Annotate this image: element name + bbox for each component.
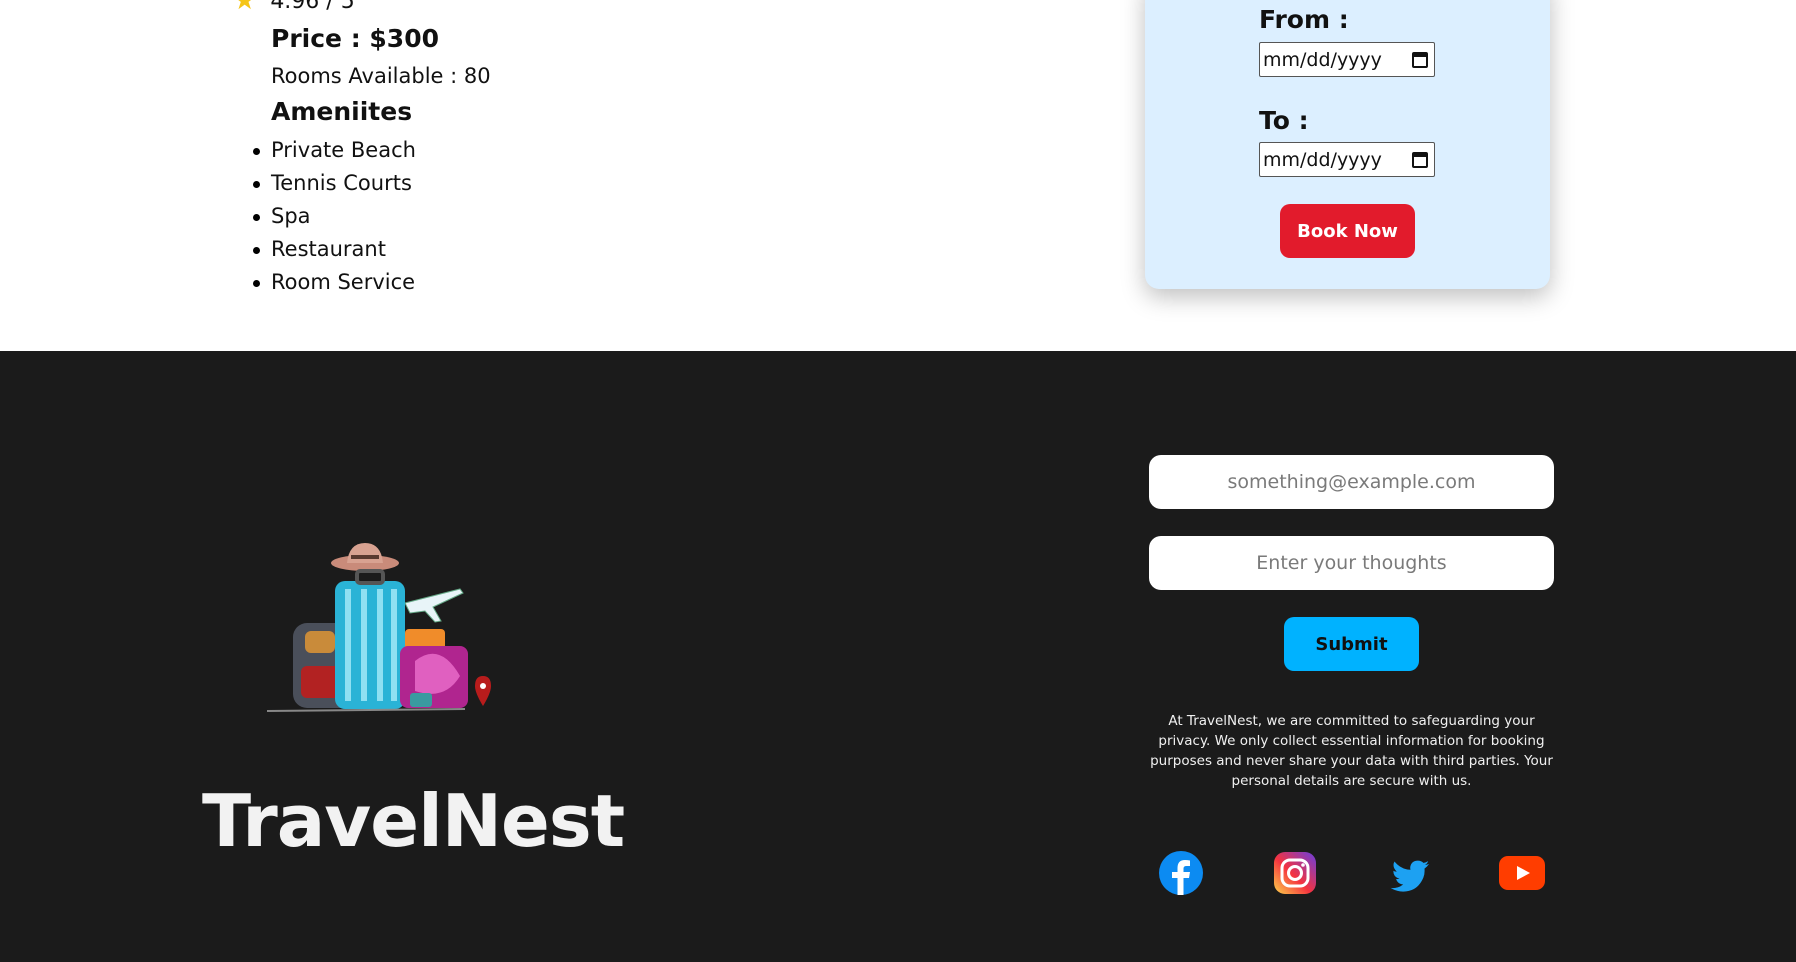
amenities-list: Private Beach Tennis Courts Spa Restaura… [253, 134, 416, 299]
rating: ★ 4.96 / 5 [233, 0, 355, 16]
amenity-item: Spa [253, 200, 416, 233]
amenity-item: Tennis Courts [253, 167, 416, 200]
amenity-item: Private Beach [253, 134, 416, 167]
from-label: From : [1259, 5, 1349, 34]
from-date-input[interactable]: mm/dd/yyyy [1259, 42, 1435, 77]
thoughts-input[interactable] [1149, 536, 1554, 590]
youtube-icon[interactable] [1499, 850, 1545, 896]
rooms-available: Rooms Available : 80 [271, 64, 491, 88]
brand-name: TravelNest [202, 779, 625, 863]
twitter-icon[interactable] [1385, 850, 1431, 896]
social-links [1158, 850, 1548, 896]
to-date-input[interactable]: mm/dd/yyyy [1259, 142, 1435, 177]
amenity-item: Restaurant [253, 233, 416, 266]
book-now-button[interactable]: Book Now [1280, 204, 1415, 258]
price: Price : $300 [271, 24, 439, 53]
to-label: To : [1259, 106, 1309, 135]
amenities-heading: Ameniites [271, 97, 413, 126]
amenity-item: Room Service [253, 266, 416, 299]
to-date-placeholder: mm/dd/yyyy [1263, 148, 1382, 171]
luggage-logo-image [266, 543, 491, 712]
booking-card: From : mm/dd/yyyy To : mm/dd/yyyy Book N… [1145, 0, 1550, 289]
facebook-icon[interactable] [1158, 850, 1204, 896]
calendar-icon[interactable] [1412, 51, 1428, 68]
privacy-text: At TravelNest, we are committed to safeg… [1150, 713, 1553, 789]
rating-value: 4.96 / 5 [270, 0, 355, 14]
email-input[interactable] [1149, 455, 1554, 509]
submit-button[interactable]: Submit [1284, 617, 1419, 671]
calendar-icon[interactable] [1412, 151, 1428, 168]
star-icon: ★ [233, 0, 257, 16]
footer: TravelNest Submit At TravelNest, we are … [0, 351, 1796, 962]
instagram-icon[interactable] [1272, 850, 1318, 896]
from-date-placeholder: mm/dd/yyyy [1263, 48, 1382, 71]
